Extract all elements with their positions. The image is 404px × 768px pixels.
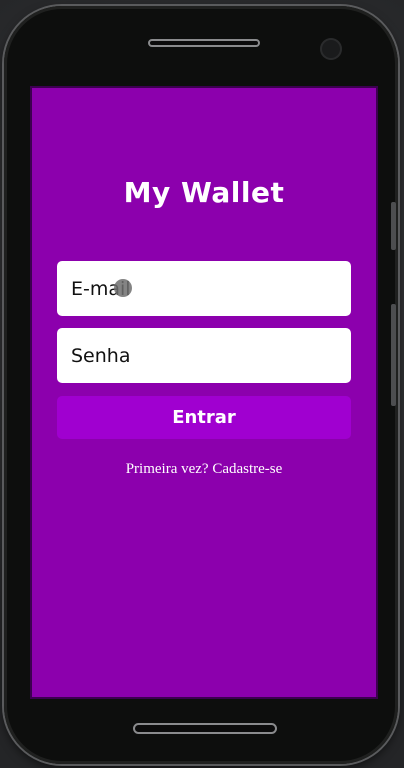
power-button[interactable]: [391, 304, 396, 406]
password-field[interactable]: Senha: [57, 328, 351, 383]
app-screen: My Wallet E-mail Senha Entrar Primeira v…: [32, 88, 376, 697]
login-button[interactable]: Entrar: [57, 396, 351, 439]
emulator-stage: My Wallet E-mail Senha Entrar Primeira v…: [0, 0, 404, 768]
volume-button[interactable]: [391, 202, 396, 250]
earpiece-speaker: [148, 39, 260, 47]
front-camera-icon: [320, 38, 342, 60]
touch-pointer-icon: [114, 279, 132, 297]
home-button[interactable]: [133, 723, 277, 734]
app-title: My Wallet: [123, 176, 285, 209]
email-field[interactable]: E-mail: [57, 261, 351, 316]
signup-link[interactable]: Primeira vez? Cadastre-se: [32, 461, 376, 478]
